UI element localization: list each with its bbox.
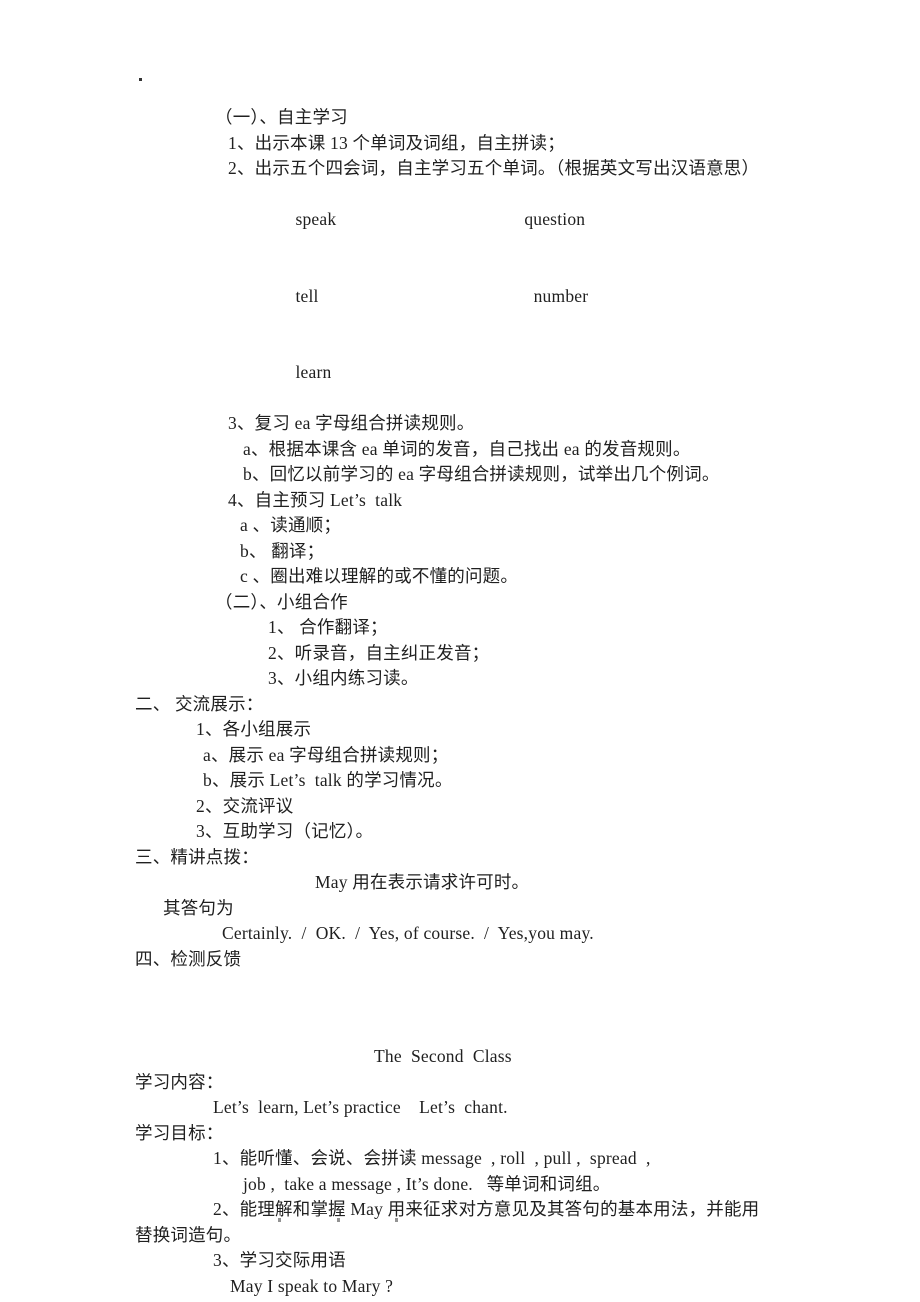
vocab-row: learn <box>0 335 920 412</box>
second-class-title: The Second Class <box>374 1046 512 1066</box>
section-a-item-4b: b、 翻译； <box>240 540 325 561</box>
vocab-word-right: question <box>524 209 586 229</box>
vocab-word-left: tell <box>295 285 319 306</box>
section-a-item-2: 2、出示五个四会词，自主学习五个单词。（根据英文写出汉语意思） <box>228 158 760 178</box>
dialogue-line: May I speak to Mary ? <box>230 1275 394 1296</box>
section-two-item-1b: b、展示 Let’s talk 的学习情况。 <box>203 770 453 790</box>
second-class-content-value: Let’s learn, Let’s practice Let’s chant. <box>213 1097 508 1117</box>
document-page: （一）、自主学习 1、出示本课 13 个单词及词组，自主拼读； 2、出示五个四会… <box>0 0 920 1302</box>
second-class-content-label: 学习内容： <box>135 1071 224 1092</box>
section-b-item-3: 3、小组内练习读。 <box>268 668 419 688</box>
section-b-item-1: 1、 合作翻译； <box>268 617 388 637</box>
section-a-item-3a: a、根据本课含 ea 单词的发音，自己找出 ea 的发音规则。 <box>243 438 691 459</box>
second-class-goal-1-line-2: job , take a message , It’s done. 等单词和词组… <box>243 1173 611 1194</box>
section-a-heading: （一）、自主学习 <box>215 107 348 127</box>
section-four-heading: 四、检测反馈 <box>135 948 242 969</box>
section-a-item-4c: c 、圈出难以理解的或不懂的问题。 <box>240 566 519 586</box>
section-b-heading: （二）、小组合作 <box>215 591 348 612</box>
second-class-goals-label: 学习目标： <box>135 1122 224 1143</box>
vocab-row: speak question <box>0 182 920 259</box>
section-a-item-3: 3、复习 ea 字母组合拼读规则。 <box>228 413 475 433</box>
footer-stray-marks <box>278 1218 398 1226</box>
vocab-row: tell number <box>0 258 920 335</box>
section-a-item-4: 4、自主预习 Let’s talk <box>228 489 403 510</box>
section-three-answers: Certainly. / OK. / Yes, of course. / Yes… <box>222 923 594 943</box>
footer-mark <box>336 1218 340 1222</box>
section-two-item-3: 3、互助学习（记忆）。 <box>196 821 374 841</box>
section-two-heading: 二、 交流展示： <box>135 693 264 714</box>
second-class-goal-2-line-2: 替换词造句。 <box>135 1224 242 1245</box>
vocab-word-left: speak <box>295 209 337 229</box>
second-class-goal-2-line-1: 2、能理解和掌握 May 用来征求对方意见及其答句的基本用法，并能用 <box>213 1199 760 1219</box>
section-a-item-4a: a 、读通顺； <box>240 515 342 535</box>
section-three-rule: May 用在表示请求许可时。 <box>315 872 530 892</box>
vocab-word-right: number <box>533 285 589 306</box>
second-class-goal-3: 3、学习交际用语 <box>213 1250 346 1270</box>
vocab-word-left: learn <box>295 362 332 382</box>
section-two-item-2: 2、交流评议 <box>196 795 294 816</box>
document-body: （一）、自主学习 1、出示本课 13 个单词及词组，自主拼读； 2、出示五个四会… <box>0 0 920 1302</box>
section-a-item-1: 1、出示本课 13 个单词及词组，自主拼读； <box>228 132 565 153</box>
section-three-heading: 三、精讲点拨： <box>135 846 259 867</box>
section-b-item-2: 2、听录音，自主纠正发音； <box>268 642 490 663</box>
footer-mark <box>395 1218 398 1222</box>
section-a-item-3b: b、回忆以前学习的 ea 字母组合拼读规则，试举出几个例词。 <box>243 464 720 484</box>
section-two-item-1: 1、各小组展示 <box>196 719 312 739</box>
second-class-goal-1-line-1: 1、能听懂、会说、会拼读 message , roll , pull , spr… <box>213 1148 651 1168</box>
section-two-item-1a: a、展示 ea 字母组合拼读规则； <box>203 744 449 765</box>
section-three-answer-label: 其答句为 <box>163 897 234 918</box>
footer-mark <box>278 1218 281 1222</box>
